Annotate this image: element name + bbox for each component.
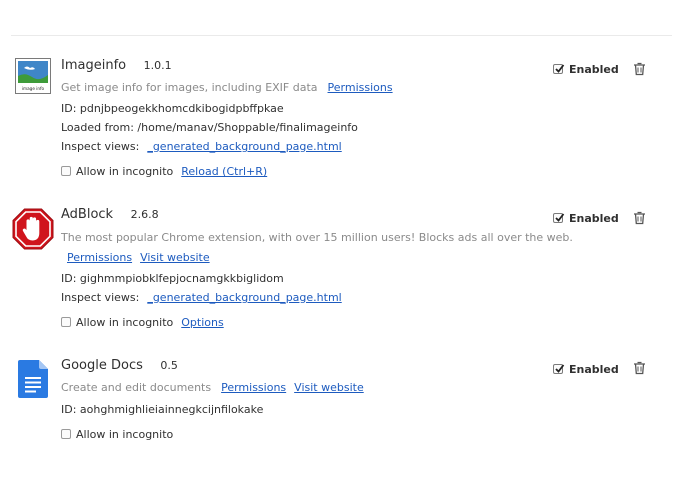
extension-name: AdBlock bbox=[61, 207, 114, 222]
reload-link[interactable]: Reload (Ctrl+R) bbox=[181, 165, 267, 178]
top-divider bbox=[11, 35, 672, 36]
enabled-label: Enabled bbox=[569, 212, 619, 225]
incognito-checkbox[interactable] bbox=[61, 429, 71, 439]
adblock-stop-hand-icon bbox=[12, 208, 54, 250]
extension-links-row: Permissions Visit website bbox=[67, 251, 210, 265]
extension-id: ID: gighmmpiobklfepjocnamgkkbiglidom bbox=[61, 272, 284, 285]
trash-icon[interactable] bbox=[633, 361, 646, 375]
checkmark-icon bbox=[555, 364, 565, 373]
enabled-checkbox[interactable] bbox=[553, 64, 565, 74]
visit-website-link[interactable]: Visit website bbox=[294, 381, 364, 394]
incognito-row: Allow in incognito Reload (Ctrl+R) bbox=[61, 165, 267, 179]
checkmark-icon bbox=[555, 213, 565, 222]
permissions-link[interactable]: Permissions bbox=[67, 251, 132, 264]
extension-description-row: Create and edit documents Permissions Visi… bbox=[61, 381, 364, 395]
extension-title-row: AdBlock 2.6.8 bbox=[61, 207, 159, 223]
extension-version: 2.6.8 bbox=[130, 208, 159, 221]
trash-icon[interactable] bbox=[633, 211, 646, 225]
incognito-checkbox[interactable] bbox=[61, 317, 71, 327]
checkmark-icon bbox=[555, 64, 565, 73]
extension-title-row: Google Docs 0.5 bbox=[61, 358, 178, 374]
permissions-link[interactable]: Permissions bbox=[221, 381, 286, 394]
incognito-label: Allow in incognito bbox=[76, 428, 174, 441]
inspect-views-row: Inspect views: _generated_background_page… bbox=[61, 291, 342, 305]
svg-text:image info: image info bbox=[22, 86, 45, 91]
extension-name: Imageinfo bbox=[61, 58, 127, 73]
extension-description: The most popular Chrome extension, with … bbox=[61, 231, 573, 244]
incognito-row: Allow in incognito Options bbox=[61, 316, 224, 330]
extension-version: 1.0.1 bbox=[143, 59, 172, 72]
enabled-checkbox[interactable] bbox=[553, 364, 565, 374]
inspect-views-label: Inspect views: bbox=[61, 140, 140, 153]
incognito-label: Allow in incognito bbox=[76, 316, 174, 329]
extension-title-row: Imageinfo 1.0.1 bbox=[61, 58, 172, 74]
extension-description-row: Get image info for images, including EXI… bbox=[61, 81, 393, 95]
options-link[interactable]: Options bbox=[181, 316, 223, 329]
enabled-toggle[interactable]: Enabled bbox=[553, 363, 619, 377]
visit-website-link[interactable]: Visit website bbox=[140, 251, 210, 264]
extension-id: ID: aohghmighlieiainnegkcijnfilokake bbox=[61, 403, 264, 416]
extension-description: Create and edit documents bbox=[61, 381, 212, 394]
enabled-label: Enabled bbox=[569, 363, 619, 376]
inspect-views-label: Inspect views: bbox=[61, 291, 140, 304]
trash-icon[interactable] bbox=[633, 62, 646, 76]
image-info-icon: image info bbox=[15, 58, 51, 94]
enabled-toggle[interactable]: Enabled bbox=[553, 63, 619, 77]
extension-id: ID: pdnjbpeogekkhomcdkibogidpbffpkae bbox=[61, 102, 284, 115]
extension-name: Google Docs bbox=[61, 358, 143, 373]
extension-version: 0.5 bbox=[160, 359, 178, 372]
extension-description: Get image info for images, including EXI… bbox=[61, 81, 318, 94]
incognito-label: Allow in incognito bbox=[76, 165, 174, 178]
inspect-views-row: Inspect views: _generated_background_page… bbox=[61, 140, 342, 154]
enabled-checkbox[interactable] bbox=[553, 213, 565, 223]
inspect-view-link[interactable]: _generated_background_page.html bbox=[147, 140, 341, 153]
permissions-link[interactable]: Permissions bbox=[328, 81, 393, 94]
enabled-toggle[interactable]: Enabled bbox=[553, 212, 619, 226]
incognito-row: Allow in incognito bbox=[61, 428, 173, 442]
google-docs-icon bbox=[18, 360, 48, 398]
enabled-label: Enabled bbox=[569, 63, 619, 76]
extension-loaded-from: Loaded from: /home/manav/Shoppable/final… bbox=[61, 121, 358, 134]
incognito-checkbox[interactable] bbox=[61, 166, 71, 176]
inspect-view-link[interactable]: _generated_background_page.html bbox=[147, 291, 341, 304]
